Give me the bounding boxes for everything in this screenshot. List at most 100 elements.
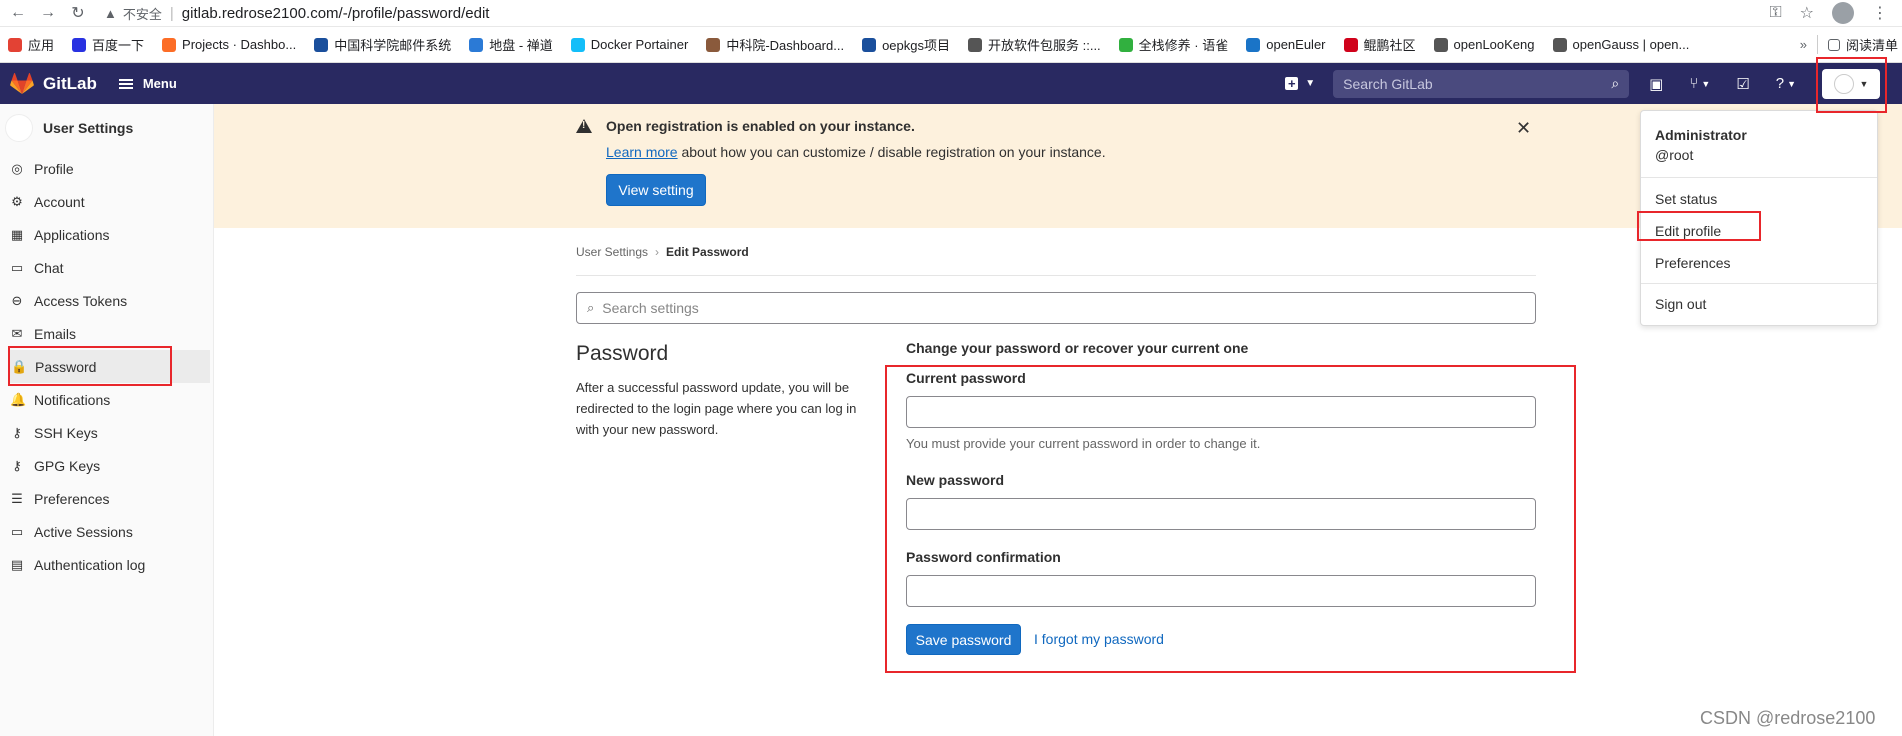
breadcrumb: User Settings › Edit Password: [576, 245, 749, 259]
sidebar-item-applications[interactable]: ▦ Applications: [0, 218, 213, 251]
reading-list-icon: [1827, 38, 1840, 51]
sidebar-item-access-tokens[interactable]: ⊖ Access Tokens: [0, 284, 213, 317]
chevron-down-icon: ▼: [1305, 78, 1316, 89]
sidebar-item-label: Applications: [34, 226, 110, 243]
sign-out-item[interactable]: Sign out: [1655, 296, 1706, 312]
sidebar-item-label: Authentication log: [34, 556, 146, 573]
merge-requests-icon[interactable]: ⑂ ▼: [1689, 75, 1710, 92]
sidebar-item-icon: ⚷: [12, 424, 22, 440]
new-dropdown-button[interactable]: + ▼: [1285, 76, 1316, 91]
sidebar-item-profile[interactable]: ◎ Profile: [0, 152, 213, 185]
sidebar-item-chat[interactable]: ▭ Chat: [0, 251, 213, 284]
sidebar-item-label: SSH Keys: [34, 424, 98, 441]
breadcrumb-current: Edit Password: [666, 245, 749, 259]
sidebar-item-notifications[interactable]: 🔔 Notifications: [0, 383, 213, 416]
sidebar-item-icon: ⊖: [11, 292, 23, 308]
bookmark-item[interactable]: 应用: [8, 35, 54, 54]
bookmarks-more[interactable]: »: [1800, 37, 1807, 52]
forward-arrow-icon[interactable]: →: [36, 1, 60, 25]
sidebar-item-label: Preferences: [34, 490, 110, 507]
view-setting-button[interactable]: View setting: [606, 174, 706, 206]
learn-more-link[interactable]: Learn more: [606, 144, 678, 160]
bookmark-label: 开放软件包服务 ::...: [988, 38, 1101, 53]
bookmark-item[interactable]: 鲲鹏社区: [1343, 35, 1416, 54]
reading-list[interactable]: 阅读清单: [1816, 35, 1898, 54]
bookmark-label: Projects · Dashbo...: [182, 37, 297, 52]
sidebar-item-ssh-keys[interactable]: ⚷ SSH Keys: [0, 416, 213, 449]
issues-icon[interactable]: ▣: [1649, 75, 1663, 93]
sidebar-item-preferences[interactable]: ☰ Preferences: [0, 482, 213, 515]
sidebar-item-icon: ▤: [10, 556, 24, 572]
sidebar-item-icon: ▦: [10, 226, 24, 242]
browser-address-bar: ← → ↻ ▲ 不安全 | gitlab.redrose2100.com/-/p…: [0, 0, 1902, 27]
gitlab-search-input[interactable]: Search GitLab ⌕: [1333, 69, 1630, 98]
bookmark-item[interactable]: openGauss | open...: [1552, 37, 1689, 52]
bookmark-item[interactable]: 中科院-Dashboard...: [706, 35, 844, 54]
bookmark-item[interactable]: Projects · Dashbo...: [162, 37, 296, 52]
divider: [1641, 283, 1877, 284]
warning-icon: ▲: [104, 5, 117, 21]
browser-profile-icon[interactable]: [1832, 2, 1854, 24]
url-separator: |: [169, 4, 174, 22]
sidebar-item-label: Chat: [34, 259, 64, 276]
sidebar-item-label: Account: [34, 193, 85, 210]
bookmark-item[interactable]: 百度一下: [72, 35, 144, 54]
bookmark-label: oepkgs项目: [882, 38, 950, 53]
reload-icon[interactable]: ↻: [66, 1, 90, 25]
sidebar-item-label: Profile: [34, 160, 74, 177]
bookmark-item[interactable]: 开放软件包服务 ::...: [968, 35, 1101, 54]
menu-button[interactable]: Menu: [118, 76, 177, 91]
highlight-box-user-menu: [1816, 57, 1887, 113]
bookmark-item[interactable]: Docker Portainer: [570, 37, 688, 52]
back-arrow-icon[interactable]: ←: [6, 1, 30, 25]
sidebar-header[interactable]: User Settings: [0, 104, 213, 152]
dropdown-user-name: Administrator: [1655, 127, 1747, 143]
bookmark-label: openEuler: [1266, 37, 1326, 52]
bookmark-item[interactable]: openLooKeng: [1433, 37, 1535, 52]
sidebar-item-label: Active Sessions: [34, 523, 133, 540]
bookmark-icon: [706, 37, 721, 52]
url-text[interactable]: gitlab.redrose2100.com/-/profile/passwor…: [182, 5, 490, 22]
sidebar-item-icon: ⚙: [11, 193, 23, 209]
banner-text-rest: about how you can customize / disable re…: [677, 144, 1106, 160]
sidebar-item-active-sessions[interactable]: ▭ Active Sessions: [0, 515, 213, 548]
sidebar-item-icon: 🔔: [10, 391, 27, 407]
sidebar-title: User Settings: [43, 120, 134, 136]
close-icon[interactable]: ✕: [1516, 118, 1531, 139]
star-icon[interactable]: ☆: [1800, 3, 1814, 23]
bookmark-item[interactable]: 中国科学院邮件系统: [314, 35, 451, 54]
preferences-item[interactable]: Preferences: [1655, 255, 1730, 271]
sidebar-item-icon: ▭: [10, 259, 24, 275]
set-status-item[interactable]: Set status: [1655, 191, 1717, 207]
menu-label: Menu: [142, 76, 177, 91]
reading-list-label: 阅读清单: [1845, 38, 1898, 53]
sidebar-item-authentication-log[interactable]: ▤ Authentication log: [0, 548, 213, 581]
sidebar-item-gpg-keys[interactable]: ⚷ GPG Keys: [0, 449, 213, 482]
bookmark-item[interactable]: 全栈修养 · 语雀: [1118, 35, 1228, 54]
insecure-label: 不安全: [122, 6, 162, 22]
gitlab-search-placeholder: Search GitLab: [1343, 75, 1433, 92]
bookmark-item[interactable]: 地盘 - 禅道: [469, 35, 553, 54]
bookmark-item[interactable]: oepkgs项目: [862, 35, 950, 54]
bookmark-icon: [570, 37, 585, 52]
help-icon[interactable]: ? ▼: [1776, 75, 1796, 92]
watermark: CSDN @redrose2100: [1700, 708, 1876, 728]
breadcrumb-parent[interactable]: User Settings: [576, 245, 648, 259]
key-icon[interactable]: ⚿: [1769, 4, 1781, 22]
sidebar-item-account[interactable]: ⚙ Account: [0, 185, 213, 218]
sidebar-item-icon: ▭: [10, 523, 24, 539]
more-vert-icon[interactable]: ⋮: [1872, 3, 1888, 23]
bookmark-item[interactable]: openEuler: [1246, 37, 1326, 52]
warning-icon: [576, 119, 592, 133]
banner-text: Learn more about how you can customize /…: [606, 144, 1106, 160]
divider: [576, 275, 1536, 276]
bookmark-label: 鲲鹏社区: [1363, 38, 1416, 53]
todo-icon[interactable]: ☑: [1736, 75, 1749, 93]
gitlab-brand: GitLab: [43, 73, 97, 93]
url-field[interactable]: ▲ 不安全 | gitlab.redrose2100.com/-/profile…: [104, 4, 489, 23]
chevron-right-icon: ›: [655, 245, 660, 259]
gitlab-logo[interactable]: GitLab: [10, 72, 97, 95]
bookmark-icon: [968, 37, 982, 52]
search-settings-input[interactable]: ⌕ Search settings: [576, 292, 1536, 324]
sidebar-item-label: Notifications: [34, 391, 111, 408]
